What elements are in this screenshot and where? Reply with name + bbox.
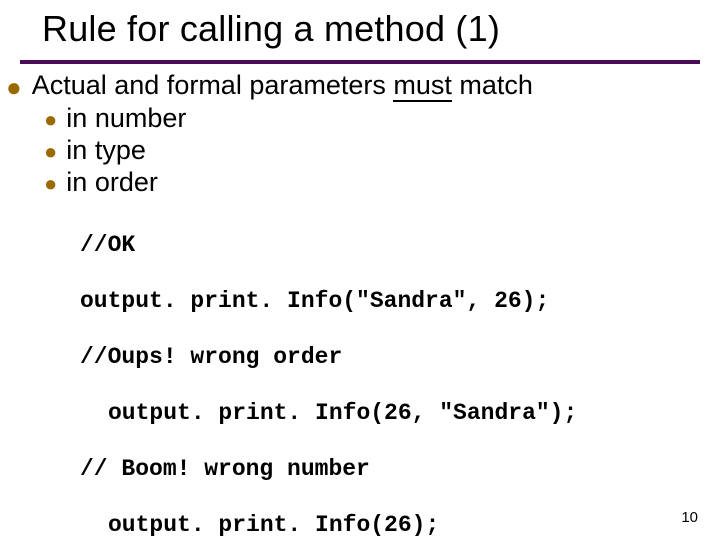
slide-body: ● Actual and formal parameters must matc…	[0, 64, 720, 540]
bullet-main: ● Actual and formal parameters must matc…	[0, 70, 720, 103]
bullet-sub-1: ● in number	[0, 103, 720, 135]
bullet-sub-2-text: in type	[66, 135, 146, 167]
page-number: 10	[681, 509, 698, 526]
bullet-icon: ●	[44, 167, 66, 197]
code-line-6: output. print. Info(26);	[80, 511, 720, 539]
code-block: //OK output. print. Info("Sandra", 26); …	[0, 199, 720, 540]
bullet-icon: ●	[44, 103, 66, 133]
bullet-main-post: match	[452, 70, 533, 100]
code-line-2: output. print. Info("Sandra", 26);	[80, 287, 720, 315]
bullet-main-must: must	[393, 70, 452, 102]
bullet-main-text: Actual and formal parameters must match	[32, 70, 533, 102]
code-line-5: // Boom! wrong number	[80, 455, 720, 483]
code-line-1: //OK	[80, 231, 720, 259]
bullet-sub-1-text: in number	[66, 103, 186, 135]
bullet-main-pre: Actual and formal parameters	[32, 70, 394, 100]
code-line-3: //Oups! wrong order	[80, 343, 720, 371]
slide: Rule for calling a method (1) ● Actual a…	[0, 0, 720, 540]
slide-title: Rule for calling a method (1)	[0, 0, 720, 50]
bullet-sub-3: ● in order	[0, 167, 720, 199]
bullet-sub-3-text: in order	[66, 167, 158, 199]
bullet-icon: ●	[6, 70, 32, 103]
bullet-sub-2: ● in type	[0, 135, 720, 167]
code-line-4: output. print. Info(26, "Sandra");	[80, 399, 720, 427]
bullet-icon: ●	[44, 135, 66, 165]
